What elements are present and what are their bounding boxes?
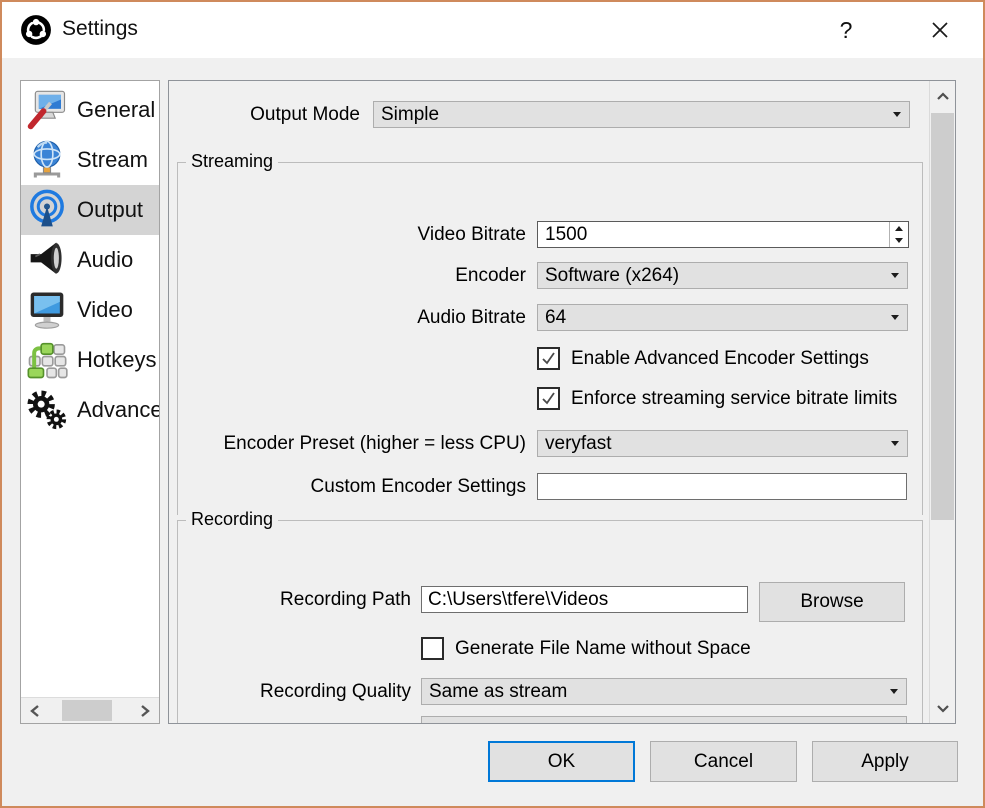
- encoder-value: Software (x264): [545, 265, 679, 286]
- dropdown-caret-icon: [890, 689, 898, 694]
- scroll-down-button[interactable]: [930, 693, 955, 723]
- checkbox-unchecked-icon: [421, 637, 444, 660]
- vertical-scrollbar-thumb[interactable]: [931, 113, 954, 520]
- browse-button[interactable]: Browse: [759, 582, 905, 622]
- custom-encoder-settings-input[interactable]: [537, 473, 907, 500]
- audio-bitrate-value: 64: [545, 307, 566, 328]
- spin-up-button[interactable]: [890, 222, 908, 235]
- output-mode-value: Simple: [381, 104, 439, 125]
- dropdown-caret-icon: [891, 315, 899, 320]
- sidebar-item-label: Hotkeys: [77, 347, 156, 373]
- sidebar-item-label: General: [77, 97, 155, 123]
- sidebar-item-output[interactable]: Output: [21, 185, 159, 235]
- spin-down-icon: [895, 238, 903, 243]
- custom-encoder-settings-label: Custom Encoder Settings: [276, 473, 526, 500]
- recording-path-input[interactable]: [421, 586, 748, 613]
- browse-button-label: Browse: [800, 591, 863, 613]
- chevron-up-icon: [936, 92, 950, 101]
- audio-icon: [26, 239, 68, 281]
- checkbox-label: Enforce streaming service bitrate limits: [571, 388, 897, 410]
- sidebar-item-stream[interactable]: Stream: [21, 135, 159, 185]
- video-bitrate-label: Video Bitrate: [326, 221, 526, 248]
- help-icon: ?: [840, 17, 853, 44]
- horizontal-scrollbar-thumb[interactable]: [62, 700, 112, 721]
- audio-bitrate-dropdown[interactable]: 64: [537, 304, 908, 331]
- video-bitrate-spinbox: [537, 221, 909, 248]
- chevron-down-icon: [936, 704, 950, 713]
- apply-button[interactable]: Apply: [812, 741, 958, 782]
- sidebar-item-label: Advanced: [77, 397, 159, 423]
- sidebar-item-label: Video: [77, 297, 133, 323]
- settings-category-list: General Stream: [20, 80, 160, 724]
- sidebar-item-label: Audio: [77, 247, 133, 273]
- encoder-dropdown[interactable]: Software (x264): [537, 262, 908, 289]
- window-title: Settings: [62, 17, 138, 41]
- general-icon: [26, 89, 68, 131]
- streaming-groupbox: Streaming: [177, 162, 923, 515]
- stream-icon: [26, 139, 68, 181]
- audio-bitrate-label: Audio Bitrate: [326, 304, 526, 331]
- spinner-buttons: [889, 222, 908, 247]
- apply-button-label: Apply: [861, 751, 909, 773]
- encoder-preset-dropdown[interactable]: veryfast: [537, 430, 908, 457]
- advanced-icon: [26, 389, 68, 431]
- recording-quality-dropdown[interactable]: Same as stream: [421, 678, 907, 705]
- sidebar-item-label: Stream: [77, 147, 148, 173]
- dropdown-caret-icon: [893, 112, 901, 117]
- checkbox-label: Enable Advanced Encoder Settings: [571, 348, 869, 370]
- checkbox-label: Generate File Name without Space: [455, 638, 751, 660]
- output-mode-dropdown[interactable]: Simple: [373, 101, 910, 128]
- video-icon: [26, 289, 68, 331]
- enforce-bitrate-limits-checkbox[interactable]: Enforce streaming service bitrate limits: [537, 387, 907, 410]
- scroll-right-arrow-icon[interactable]: [137, 703, 153, 718]
- sidebar-item-general[interactable]: General: [21, 85, 159, 135]
- sidebar-item-hotkeys[interactable]: Hotkeys: [21, 335, 159, 385]
- sidebar-item-video[interactable]: Video: [21, 285, 159, 335]
- video-bitrate-input[interactable]: [538, 222, 887, 247]
- settings-window: Settings ? General: [0, 0, 985, 808]
- spin-up-icon: [895, 226, 903, 231]
- checkbox-checked-icon: [537, 347, 560, 370]
- encoder-label: Encoder: [326, 262, 526, 289]
- checkbox-checked-icon: [537, 387, 560, 410]
- scroll-up-button[interactable]: [930, 81, 955, 111]
- dropdown-caret-icon: [891, 441, 899, 446]
- enable-advanced-encoder-checkbox[interactable]: Enable Advanced Encoder Settings: [537, 347, 907, 370]
- encoder-preset-value: veryfast: [545, 433, 612, 454]
- category-items: General Stream: [21, 85, 159, 435]
- generate-filename-without-space-checkbox[interactable]: Generate File Name without Space: [421, 637, 901, 660]
- output-icon: [26, 189, 68, 231]
- ok-button[interactable]: OK: [488, 741, 635, 782]
- obs-logo-icon: [20, 14, 52, 46]
- sidebar-horizontal-scrollbar: [21, 697, 159, 723]
- recording-path-label: Recording Path: [209, 586, 411, 613]
- recording-quality-value: Same as stream: [429, 681, 567, 702]
- scroll-left-arrow-icon[interactable]: [27, 703, 43, 718]
- close-button[interactable]: [918, 12, 962, 48]
- spin-down-button[interactable]: [890, 235, 908, 248]
- output-settings-panel: Output Mode Simple Streaming Video Bitra…: [168, 80, 956, 724]
- recording-quality-label: Recording Quality: [209, 678, 411, 705]
- output-mode-label: Output Mode: [220, 101, 360, 128]
- close-icon: [929, 19, 951, 41]
- hotkeys-icon: [26, 339, 68, 381]
- recording-group-title: Recording: [186, 509, 278, 530]
- titlebar: Settings ?: [2, 2, 983, 58]
- sidebar-item-audio[interactable]: Audio: [21, 235, 159, 285]
- cancel-button[interactable]: Cancel: [650, 741, 797, 782]
- cancel-button-label: Cancel: [694, 751, 753, 773]
- dropdown-caret-icon: [891, 273, 899, 278]
- clipped-next-dropdown[interactable]: [421, 716, 907, 724]
- encoder-preset-label: Encoder Preset (higher = less CPU): [176, 430, 526, 457]
- help-button[interactable]: ?: [826, 12, 866, 48]
- sidebar-item-advanced[interactable]: Advanced: [21, 385, 159, 435]
- ok-button-label: OK: [548, 751, 575, 773]
- panel-vertical-scrollbar: [929, 81, 955, 723]
- streaming-group-title: Streaming: [186, 151, 278, 172]
- sidebar-item-label: Output: [77, 197, 143, 223]
